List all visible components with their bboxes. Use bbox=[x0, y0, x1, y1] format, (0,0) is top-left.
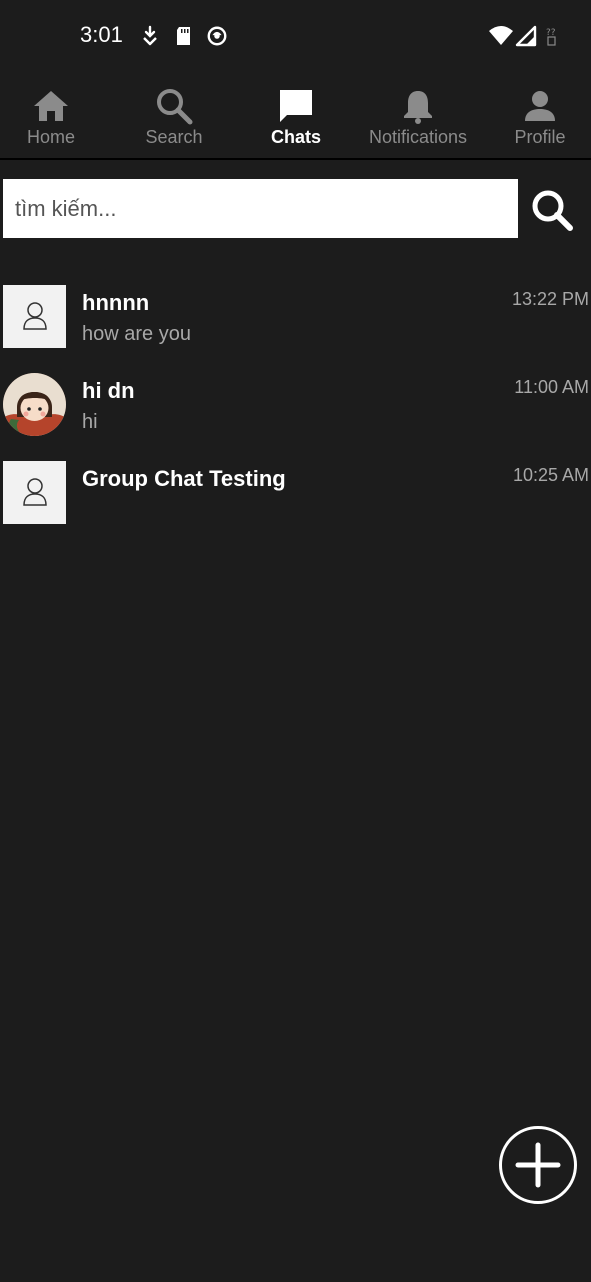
search-icon bbox=[157, 89, 193, 125]
status-bar: 3:01 ?? bbox=[0, 0, 591, 72]
nav-divider bbox=[0, 158, 591, 160]
tab-home[interactable]: Home bbox=[0, 80, 110, 158]
chat-list-item[interactable]: hnnnn how are you 13:22 PM bbox=[0, 285, 591, 365]
default-avatar-icon bbox=[23, 302, 47, 330]
chat-name: hi dn bbox=[82, 378, 135, 403]
chat-last-message: how are you bbox=[82, 323, 191, 345]
tab-home-label: Home bbox=[26, 127, 75, 147]
tab-notifications[interactable]: Notifications bbox=[359, 80, 477, 158]
user-photo bbox=[3, 373, 66, 436]
tab-profile-label: Profile bbox=[514, 127, 566, 147]
chat-bubble-icon bbox=[280, 90, 312, 122]
search-button-icon[interactable] bbox=[526, 184, 578, 236]
tab-search-label: Search bbox=[145, 127, 203, 147]
chat-time: 11:00 AM bbox=[514, 377, 589, 397]
new-chat-button[interactable] bbox=[499, 1126, 577, 1204]
bell-icon bbox=[404, 91, 432, 124]
avatar bbox=[3, 285, 66, 348]
tab-chats[interactable]: Chats bbox=[237, 80, 355, 158]
plus-icon bbox=[515, 1142, 561, 1188]
chat-last-message: hi bbox=[82, 411, 98, 433]
download-arrow-icon bbox=[143, 25, 157, 46]
chat-list-item[interactable]: hi dn hi 11:00 AM bbox=[0, 373, 591, 453]
cell-signal-icon bbox=[515, 25, 537, 47]
tab-search[interactable]: Search bbox=[115, 80, 233, 158]
chat-list-item[interactable]: Group Chat Testing 10:25 AM bbox=[0, 461, 591, 541]
chat-name: hnnnn bbox=[82, 290, 150, 315]
search-input[interactable] bbox=[3, 179, 518, 238]
avatar bbox=[3, 461, 66, 524]
avatar bbox=[3, 373, 66, 436]
chat-time: 10:25 AM bbox=[512, 465, 589, 485]
person-icon bbox=[525, 91, 555, 121]
status-time: 3:01 bbox=[80, 22, 123, 47]
top-navigation: Home Search Chats Notifications Profile bbox=[0, 80, 591, 158]
chat-name: Group Chat Testing bbox=[82, 466, 286, 491]
tab-chats-label: Chats bbox=[270, 127, 321, 147]
wifi-icon bbox=[489, 26, 513, 45]
tab-notifications-label: Notifications bbox=[368, 127, 468, 147]
home-icon bbox=[34, 91, 68, 121]
no-sim-icon: ?? bbox=[546, 28, 556, 46]
chats-screen: 3:01 ?? Home Search Chats Notifications … bbox=[0, 0, 591, 1282]
chat-time: 13:22 PM bbox=[511, 289, 589, 309]
default-avatar-icon bbox=[23, 478, 47, 506]
sd-card-icon bbox=[177, 27, 190, 45]
app-status-icon bbox=[207, 26, 227, 46]
tab-profile[interactable]: Profile bbox=[481, 80, 591, 158]
